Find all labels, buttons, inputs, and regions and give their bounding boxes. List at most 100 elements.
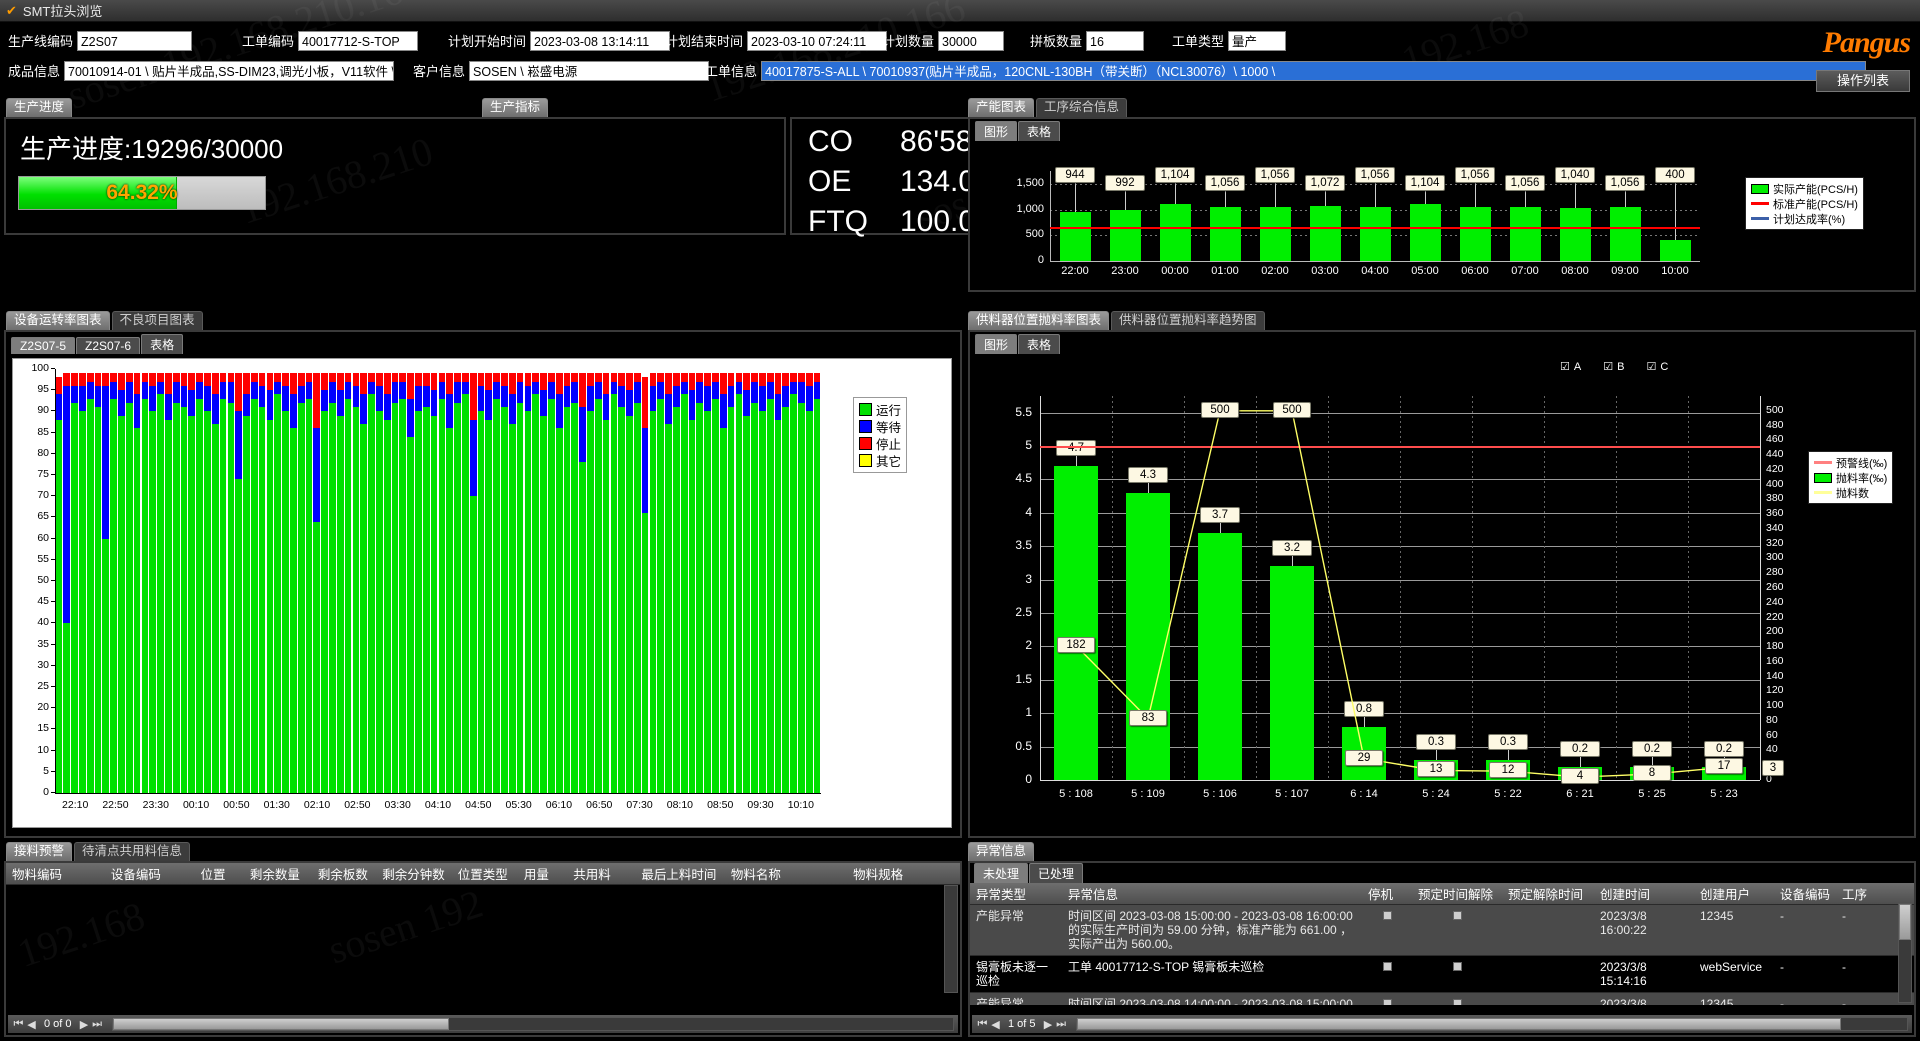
subtab-capacity-table[interactable]: 表格 bbox=[1018, 121, 1060, 141]
equipment-bar-segment bbox=[470, 420, 477, 496]
tab-capacity-chart[interactable]: 产能图表 bbox=[968, 98, 1034, 117]
checkbox-icon[interactable] bbox=[1383, 962, 1392, 971]
exc-pager-next-icon[interactable]: ▶ bbox=[1042, 1018, 1055, 1031]
input-customer-info[interactable]: SOSEN \ 崧盛电源 bbox=[469, 61, 709, 81]
exception-table-vscrollbar[interactable] bbox=[1898, 903, 1912, 1003]
indicator-key-oe: OE bbox=[808, 165, 900, 199]
capacity-data-label: 1,104 bbox=[1155, 167, 1195, 183]
throw-value-label: 0.8 bbox=[1344, 701, 1384, 717]
equipment-bar-segment bbox=[470, 373, 477, 420]
checkbox-icon[interactable] bbox=[1383, 911, 1392, 920]
subtab-z2s07-5[interactable]: Z2S07-5 bbox=[11, 337, 75, 354]
exception-table-header: 异常类型异常信息停机预定时间解除预定解除时间创建时间创建用户设备编码工序 bbox=[970, 883, 1914, 905]
pager-last-icon[interactable]: ⏭ bbox=[91, 1018, 104, 1031]
tab-feeder-throw-rate[interactable]: 供料器位置抛料率图表 bbox=[968, 311, 1109, 330]
tab-exception-info[interactable]: 异常信息 bbox=[968, 842, 1034, 861]
input-plan-start[interactable]: 2023-03-08 13:14:11 bbox=[530, 31, 670, 51]
equipment-bar-segment bbox=[110, 373, 117, 381]
checkbox-icon[interactable]: ☑ bbox=[1603, 360, 1613, 373]
equipment-bar-segment bbox=[306, 399, 313, 793]
equipment-bar-segment bbox=[611, 382, 618, 395]
tab-defect-chart[interactable]: 不良项目图表 bbox=[112, 311, 203, 330]
tab-feeder-throw-trend[interactable]: 供料器位置抛料率趋势图 bbox=[1111, 311, 1265, 330]
checkbox-icon[interactable] bbox=[1453, 962, 1462, 971]
input-work-order[interactable]: 40017712-S-TOP bbox=[298, 31, 418, 51]
throw-checkbox[interactable]: ☑B bbox=[1603, 360, 1624, 373]
operation-list-button[interactable]: 操作列表 bbox=[1816, 70, 1910, 92]
pager-first-icon[interactable]: ⏮ bbox=[12, 1018, 25, 1031]
throw-vgridline bbox=[1400, 396, 1401, 780]
equipment-x-tick-label: 01:30 bbox=[257, 799, 297, 811]
exception-table-hscrollbar[interactable] bbox=[1076, 1017, 1908, 1031]
checkbox-icon[interactable]: ☑ bbox=[1560, 360, 1570, 373]
capacity-data-label: 1,056 bbox=[1255, 167, 1295, 183]
legend-label: 标准产能(PCS/H) bbox=[1773, 196, 1858, 212]
capacity-x-tick-label: 02:00 bbox=[1250, 265, 1300, 277]
tab-feed-warning[interactable]: 接料预警 bbox=[6, 842, 72, 861]
input-order-type[interactable]: 量产 bbox=[1228, 31, 1286, 51]
input-line-code[interactable]: Z2S07 bbox=[77, 31, 192, 51]
equipment-bar-segment bbox=[204, 373, 211, 386]
table-row[interactable]: 锡膏板未逐一巡检工单 40017712-S-TOP 锡膏板未巡检2023/3/8… bbox=[970, 956, 1914, 993]
subtab-throw-graph[interactable]: 图形 bbox=[975, 334, 1017, 354]
checkbox-icon[interactable] bbox=[1453, 911, 1462, 920]
feed-table-hscrollbar[interactable] bbox=[112, 1017, 954, 1031]
checkbox-icon[interactable] bbox=[1453, 999, 1462, 1005]
subtab-equipment-table[interactable]: 表格 bbox=[141, 334, 183, 354]
throw-value-label: 0.2 bbox=[1632, 741, 1672, 757]
tab-production-indicator[interactable]: 生产指标 bbox=[482, 98, 548, 117]
throw-checkbox[interactable]: ☑C bbox=[1646, 360, 1668, 373]
exception-hscroll-thumb[interactable] bbox=[1077, 1018, 1841, 1030]
equipment-bar-segment bbox=[439, 399, 446, 793]
exc-pager-first-icon[interactable]: ⏮ bbox=[976, 1018, 989, 1031]
subtab-unprocessed[interactable]: 未处理 bbox=[974, 863, 1028, 883]
equipment-bar-segment bbox=[118, 373, 125, 390]
equipment-bar-segment bbox=[118, 390, 125, 415]
pager-prev-icon[interactable]: ◀ bbox=[25, 1018, 38, 1031]
tab-equipment-utilization[interactable]: 设备运转率图表 bbox=[6, 311, 110, 330]
checkbox-icon[interactable]: ☑ bbox=[1646, 360, 1656, 373]
throw-checkbox[interactable]: ☑A bbox=[1560, 360, 1581, 373]
exception-vscroll-thumb[interactable] bbox=[1899, 904, 1911, 940]
legend-label: 计划达成率(%) bbox=[1773, 211, 1845, 227]
checkbox-icon[interactable] bbox=[1383, 999, 1392, 1005]
exc-pager-last-icon[interactable]: ⏭ bbox=[1055, 1018, 1068, 1031]
input-plan-qty[interactable]: 30000 bbox=[938, 31, 1004, 51]
subtab-z2s07-6[interactable]: Z2S07-6 bbox=[76, 337, 140, 354]
input-product-info[interactable]: 70010914-01 \ 贴片半成品,SS-DIM23,调光小板，V11软件 … bbox=[64, 61, 394, 81]
equipment-bar-segment bbox=[243, 394, 250, 415]
legend-label: 其它 bbox=[876, 451, 901, 470]
input-plan-end[interactable]: 2023-03-10 07:24:11 bbox=[747, 31, 887, 51]
capacity-y-tick-label: 0 bbox=[988, 254, 1044, 266]
exception-pager-text: 1 of 5 bbox=[1008, 1018, 1036, 1030]
equipment-bar-segment bbox=[149, 411, 156, 793]
feed-hscroll-thumb[interactable] bbox=[113, 1018, 449, 1030]
tab-process-summary[interactable]: 工序综合信息 bbox=[1036, 98, 1127, 117]
capacity-tabstrip: 产能图表 工序综合信息 bbox=[968, 98, 1129, 117]
table-row[interactable]: 产能异常时间区间 2023-03-08 15:00:00 - 2023-03-0… bbox=[970, 905, 1914, 956]
equipment-bar-segment bbox=[595, 373, 602, 381]
subtab-throw-table[interactable]: 表格 bbox=[1018, 334, 1060, 354]
subtab-capacity-graph[interactable]: 图形 bbox=[975, 121, 1017, 141]
tab-shared-material[interactable]: 待清点共用料信息 bbox=[74, 842, 190, 861]
tab-production-progress[interactable]: 生产进度 bbox=[6, 98, 72, 117]
equipment-bar-segment bbox=[407, 437, 414, 793]
equipment-bar-segment bbox=[743, 390, 750, 415]
capacity-data-label: 944 bbox=[1055, 167, 1095, 183]
input-panel-qty[interactable]: 16 bbox=[1086, 31, 1144, 51]
feed-column-header: 最后上料时间 bbox=[635, 864, 725, 883]
input-next-order-info[interactable]: 40017875-S-ALL \ 70010937(贴片半成品，120CNL-1… bbox=[761, 61, 1866, 81]
equipment-bar-segment bbox=[611, 373, 618, 381]
equipment-y-tick-label: 40 bbox=[13, 616, 49, 628]
legend-swatch bbox=[1751, 217, 1769, 220]
exc-pager-prev-icon[interactable]: ◀ bbox=[989, 1018, 1002, 1031]
table-row[interactable]: 产能异常时间区间 2023-03-08 14:00:00 - 2023-03-0… bbox=[970, 993, 1914, 1005]
subtab-processed[interactable]: 已处理 bbox=[1029, 863, 1083, 883]
legend-row: 预警线(‰) bbox=[1814, 455, 1887, 470]
equipment-bar-segment bbox=[353, 373, 360, 386]
pager-next-icon[interactable]: ▶ bbox=[78, 1018, 91, 1031]
feed-table-vscrollbar[interactable] bbox=[944, 885, 958, 993]
equipment-bar-segment bbox=[376, 411, 383, 793]
capacity-chart-canvas: 05001,0001,50094422:0099223:001,10400:00… bbox=[970, 141, 1910, 287]
equipment-bar-segment bbox=[806, 386, 813, 411]
